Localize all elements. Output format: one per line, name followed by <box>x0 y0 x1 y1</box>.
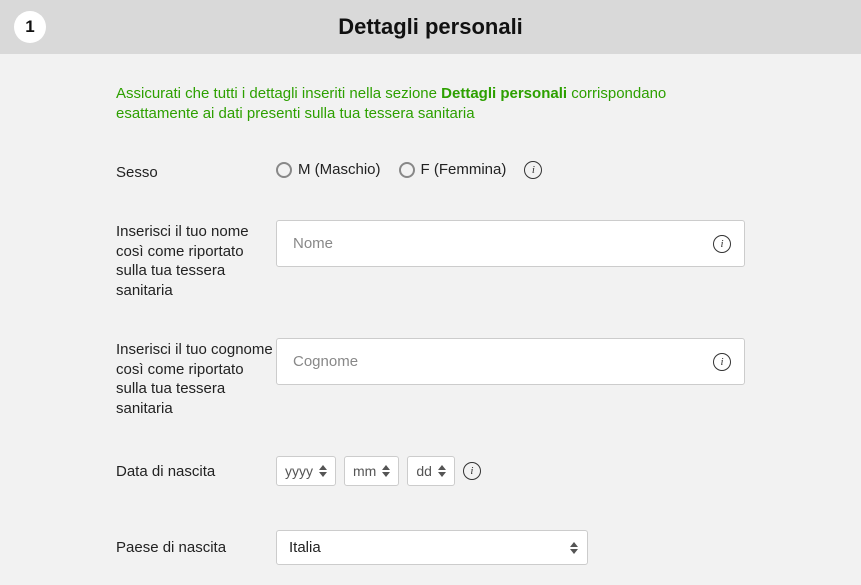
step-number: 1 <box>25 17 34 37</box>
dob-month-value: mm <box>353 463 376 479</box>
gender-radio-female[interactable]: F (Femmina) <box>399 161 507 178</box>
first-name-label: Inserisci il tuo nome così come riportat… <box>116 220 276 300</box>
gender-female-label: F (Femmina) <box>421 161 507 178</box>
last-name-label: Inserisci il tuo cognome così come ripor… <box>116 338 276 418</box>
dob-year-stepper[interactable]: yyyy <box>276 456 336 486</box>
stepper-arrows-icon <box>438 465 446 477</box>
stepper-arrows-icon <box>382 465 390 477</box>
dob-day-stepper[interactable]: dd <box>407 456 455 486</box>
step-number-badge: 1 <box>14 11 46 43</box>
info-icon[interactable]: i <box>524 161 542 179</box>
radio-icon <box>276 162 292 178</box>
notice-prefix: Assicurati che tutti i dettagli inseriti… <box>116 85 441 102</box>
dob-label: Data di nascita <box>116 456 276 482</box>
notice-bold: Dettagli personali <box>441 85 567 102</box>
info-icon[interactable]: i <box>713 235 731 253</box>
dob-day-value: dd <box>416 463 432 479</box>
dob-month-stepper[interactable]: mm <box>344 456 399 486</box>
section-header: 1 Dettagli personali <box>0 0 861 54</box>
gender-label: Sesso <box>116 161 276 183</box>
gender-radio-male[interactable]: M (Maschio) <box>276 161 381 178</box>
section-title: Dettagli personali <box>20 14 841 40</box>
gender-male-label: M (Maschio) <box>298 161 381 178</box>
stepper-arrows-icon <box>319 465 327 477</box>
instruction-notice: Assicurati che tutti i dettagli inseriti… <box>116 54 745 161</box>
info-icon[interactable]: i <box>713 353 731 371</box>
birth-country-label: Paese di nascita <box>116 530 276 558</box>
radio-icon <box>399 162 415 178</box>
dob-year-value: yyyy <box>285 463 313 479</box>
first-name-input[interactable] <box>276 220 745 267</box>
info-icon[interactable]: i <box>463 462 481 480</box>
last-name-input[interactable] <box>276 338 745 385</box>
